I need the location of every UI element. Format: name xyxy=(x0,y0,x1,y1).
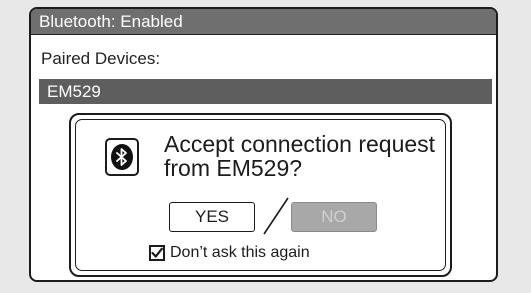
dialog-message: Accept connection request from EM529? xyxy=(164,132,454,180)
bluetooth-icon xyxy=(105,138,139,176)
connection-request-dialog: Accept connection request from EM529? YE… xyxy=(69,113,452,277)
dialog-inner-frame: Accept connection request from EM529? YE… xyxy=(75,119,446,271)
dont-ask-again-label: Don’t ask this again xyxy=(170,244,310,261)
dont-ask-again-option[interactable]: Don’t ask this again xyxy=(149,242,310,264)
dialog-message-line-2: from EM529? xyxy=(164,155,303,181)
bluetooth-status-bar: Bluetooth: Enabled xyxy=(31,9,496,35)
no-button[interactable]: NO xyxy=(291,202,377,232)
dont-ask-again-checkbox[interactable] xyxy=(149,245,165,261)
bluetooth-screen: Bluetooth: Enabled Paired Devices: EM529… xyxy=(29,7,498,282)
yes-button[interactable]: YES xyxy=(169,202,255,232)
checkmark-icon xyxy=(151,247,163,258)
paired-devices-label: Paired Devices: xyxy=(41,49,161,68)
dialog-message-line-1: Accept connection request xyxy=(164,131,436,157)
paired-device-item[interactable]: EM529 xyxy=(39,79,492,104)
separator-slash xyxy=(263,197,289,235)
